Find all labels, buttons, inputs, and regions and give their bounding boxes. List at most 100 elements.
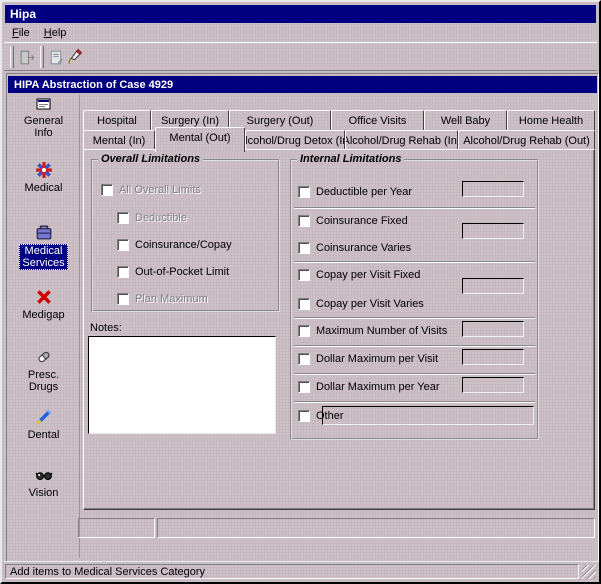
sidebar-item-label: Vision [29,487,59,499]
case-window-title: HIPA Abstraction of Case 4929 [14,79,173,91]
checkbox-row-maximum-number-of-visits: Maximum Number of Visits [298,324,447,338]
checkbox-label: Coinsurance Fixed [316,215,408,227]
sidebar-item-presc-drugs[interactable]: Presc. Drugs [8,348,79,393]
tab-mental-out[interactable]: Mental (Out) [155,127,245,152]
red-x-icon [35,288,53,306]
overall-limitations-title: Overall Limitations [98,153,203,165]
hand-write-icon [66,49,83,66]
sidebar-item-medical[interactable]: Medical [8,161,79,194]
status-message: Add items to Medical Services Category [5,564,579,579]
tab-alcohol-drug-detox-in[interactable]: Alcohol/Drug Detox (In) [245,130,345,150]
checkbox-row-copay-per-visit-fixed: Copay per Visit Fixed [298,268,420,282]
exit-door-icon [19,49,36,66]
out-of-pocket-limit-checkbox[interactable] [117,266,129,278]
category-sidebar: General Info Medical Medical Services Me… [8,95,80,558]
toolbar-gripper [40,46,44,68]
tab-page-mental-out: Overall Limitations All Overall Limits D… [83,149,595,510]
all-overall-limits-checkbox[interactable] [101,184,113,196]
tab-alcohol-drug-rehab-in[interactable]: Alcohol/Drug Rehab (In) [345,130,458,150]
checkbox-label: Coinsurance Varies [316,242,411,254]
inner-status-cell-right [157,518,595,538]
overall-limitations-group: Overall Limitations All Overall Limits D… [91,159,280,312]
tab-home-health[interactable]: Home Health [507,110,595,130]
checkbox-row-dollar-maximum-per-visit: Dollar Maximum per Visit [298,352,438,366]
checkbox-label: Dollar Maximum per Visit [316,353,438,365]
plan-maximum-checkbox[interactable] [117,293,129,305]
other-field[interactable] [322,406,534,425]
checkbox-label: Plan Maximum [135,293,208,305]
app-window: Hipa File Help HIPA Abstraction of Case … [0,0,601,584]
tab-alcohol-drug-rehab-out[interactable]: Alcohol/Drug Rehab (Out) [458,130,595,150]
dollar-maximum-per-visit-checkbox[interactable] [298,353,310,365]
sidebar-item-dental[interactable]: Dental [8,408,79,441]
dollar-maximum-per-visit-field[interactable] [462,349,524,365]
coinsurance-fixed-checkbox[interactable] [298,215,310,227]
checkbox-row-deductible: Deductible [117,211,187,225]
copay-per-visit-fixed-checkbox[interactable] [298,269,310,281]
window-title-bar[interactable]: Hipa [5,5,596,23]
inner-status-strip [78,518,595,538]
menu-file[interactable]: File [12,27,30,39]
separator [294,373,535,375]
pill-icon [35,348,53,366]
dollar-maximum-per-year-checkbox[interactable] [298,381,310,393]
maximum-number-of-visits-checkbox[interactable] [298,325,310,337]
other-checkbox[interactable] [298,410,310,422]
copay-per-visit-field[interactable] [462,278,524,294]
hand-write-button[interactable] [64,46,85,68]
checkbox-label: Deductible per Year [316,186,412,198]
notes-textarea[interactable] [88,336,276,434]
deductible-checkbox[interactable] [117,212,129,224]
tab-well-baby[interactable]: Well Baby [424,110,507,130]
tab-mental-in[interactable]: Mental (In) [83,130,155,150]
status-bar: Add items to Medical Services Category [4,561,597,580]
form-icon [35,96,53,112]
sidebar-item-general-info[interactable]: General Info [8,96,79,139]
tab-hospital[interactable]: Hospital [83,110,151,130]
sidebar-item-medical-services[interactable]: Medical Services [8,223,79,270]
sidebar-item-vision[interactable]: Vision [8,466,79,499]
checkbox-row-plan-maximum: Plan Maximum [117,292,208,306]
checkbox-label: Copay per Visit Varies [316,298,424,310]
separator [294,261,535,263]
tab-row-2: Mental (In) Mental (Out) Alcohol/Drug De… [83,130,595,150]
doctor-bag-icon [35,223,53,241]
menu-help[interactable]: Help [44,27,67,39]
resize-grip-icon[interactable] [582,565,596,579]
deductible-per-year-checkbox[interactable] [298,186,310,198]
dollar-maximum-per-year-field[interactable] [462,377,524,393]
checkbox-row-out-of-pocket-limit: Out-of-Pocket Limit [117,265,229,279]
copay-per-visit-varies-checkbox[interactable] [298,298,310,310]
toolbar [4,42,597,71]
separator [294,401,535,403]
medical-cross-icon [35,161,53,179]
separator [294,317,535,319]
checkbox-row-copay-per-visit-varies: Copay per Visit Varies [298,297,424,311]
tab-office-visits[interactable]: Office Visits [331,110,424,130]
menu-bar: File Help [5,24,596,41]
checkbox-label: Out-of-Pocket Limit [135,266,229,278]
checkbox-label: Maximum Number of Visits [316,325,447,337]
coinsurance-copay-checkbox[interactable] [117,239,129,251]
maximum-number-of-visits-field[interactable] [462,321,524,337]
checkbox-row-coinsurance-fixed: Coinsurance Fixed [298,214,408,228]
checkbox-label: Deductible [135,212,187,224]
sidebar-item-medigap[interactable]: Medigap [8,288,79,321]
exit-button[interactable] [17,46,38,68]
toolbar-gripper [10,46,14,68]
checkbox-row-all-overall-limits: All Overall Limits [101,183,201,197]
case-window-title-bar[interactable]: HIPA Abstraction of Case 4929 [8,76,597,93]
internal-limitations-group: Internal Limitations Deductible per Year… [290,159,539,440]
deductible-per-year-field[interactable] [462,181,524,197]
checkbox-row-coinsurance-varies: Coinsurance Varies [298,241,411,255]
checkbox-row-deductible-per-year: Deductible per Year [298,185,412,199]
checkbox-label: All Overall Limits [119,184,201,196]
coinsurance-field[interactable] [462,223,524,239]
checkbox-label: Copay per Visit Fixed [316,269,420,281]
coinsurance-varies-checkbox[interactable] [298,242,310,254]
sidebar-item-label: Medical [25,182,63,194]
sidebar-item-label: Dental [28,429,60,441]
checkbox-label: Dollar Maximum per Year [316,381,440,393]
sidebar-item-label: Medical Services [19,244,67,270]
sidebar-item-label: General Info [24,115,63,139]
